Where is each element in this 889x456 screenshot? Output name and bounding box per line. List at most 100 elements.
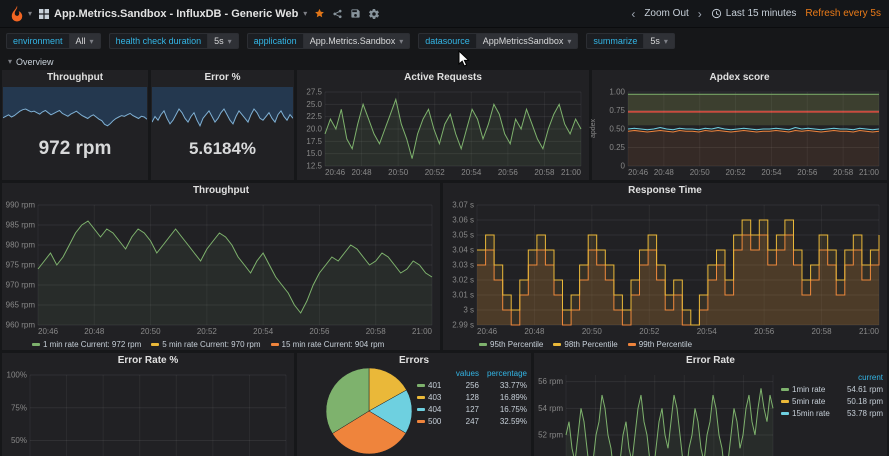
svg-text:0.25: 0.25 xyxy=(609,143,625,152)
grafana-logo-icon xyxy=(8,5,26,23)
svg-text:960 rpm: 960 rpm xyxy=(6,321,36,330)
svg-text:21:00: 21:00 xyxy=(561,168,582,177)
legend-item[interactable]: 1min rate 54.61 rpm xyxy=(781,385,883,394)
svg-text:21:00: 21:00 xyxy=(859,327,880,336)
svg-text:20:50: 20:50 xyxy=(388,168,409,177)
legend-column-header: values xyxy=(455,369,479,378)
error-percent-stat-value: 5.6184% xyxy=(188,139,257,158)
variable-health-check-duration: health check duration 5s ▾ xyxy=(108,33,239,49)
legend-item[interactable]: 15min rate 53.78 rpm xyxy=(781,409,883,418)
svg-text:20:48: 20:48 xyxy=(524,327,545,336)
legend-series-marker xyxy=(270,343,279,346)
legend-item[interactable]: 95th Percentile xyxy=(479,340,543,349)
settings-gear-icon[interactable] xyxy=(368,8,380,20)
save-icon[interactable] xyxy=(350,8,361,19)
variable-application: application App.Metrics.Sandbox ▾ xyxy=(246,33,411,49)
legend-item[interactable]: 1 min rate Current: 972 rpm xyxy=(32,340,141,349)
legend-item[interactable]: 99th Percentile xyxy=(627,340,692,349)
svg-text:20:56: 20:56 xyxy=(797,168,818,177)
panel-title[interactable]: Throughput xyxy=(2,183,440,199)
legend-item[interactable]: 401 xyxy=(417,381,447,390)
legend-item[interactable]: 5min rate 50.18 rpm xyxy=(781,397,883,406)
svg-text:20:52: 20:52 xyxy=(726,168,747,177)
variable-value: App.Metrics.Sandbox xyxy=(309,36,396,46)
svg-text:20:52: 20:52 xyxy=(197,327,218,336)
navbar-time-controls: ‹ Zoom Out › Last 15 minutes Refresh eve… xyxy=(631,7,881,21)
svg-text:56 rpm: 56 rpm xyxy=(538,377,563,386)
legend-column-header: current xyxy=(858,373,883,382)
svg-text:20:58: 20:58 xyxy=(534,168,555,177)
variable-value-dropdown[interactable]: 5s ▾ xyxy=(207,33,239,49)
legend-item[interactable]: 404 xyxy=(417,405,447,414)
chevron-down-icon: ▾ xyxy=(227,36,232,46)
legend-item[interactable]: 5 min rate Current: 970 rpm xyxy=(151,340,261,349)
variable-value-dropdown[interactable]: AppMetricsSandbox ▾ xyxy=(475,33,579,49)
svg-text:3.02 s: 3.02 s xyxy=(452,276,474,285)
legend-item[interactable]: 500 xyxy=(417,417,447,426)
svg-text:15.0: 15.0 xyxy=(306,149,322,158)
dashboard-switcher[interactable]: App.Metrics.Sandbox - InfluxDB - Generic… xyxy=(39,8,307,20)
svg-text:20:48: 20:48 xyxy=(352,168,373,177)
legend-series-marker xyxy=(479,343,487,346)
legend-item[interactable]: 15 min rate Current: 904 rpm xyxy=(270,340,384,349)
time-shift-left-button[interactable]: ‹ xyxy=(631,7,635,21)
dashboard-grid-icon xyxy=(39,8,50,19)
refresh-picker[interactable]: Refresh every 5s xyxy=(805,8,881,19)
variable-value: 5s xyxy=(214,36,224,46)
throughput-sparkline xyxy=(2,87,148,127)
chevron-down-icon: ▾ xyxy=(303,9,308,18)
errors-pie-legend: values percentage 401 256 33.77% 403 128 16.89%… xyxy=(417,369,527,426)
legend-item[interactable]: 98th Percentile xyxy=(553,340,618,349)
zoom-out-button[interactable]: Zoom Out xyxy=(644,8,688,19)
panel-title[interactable]: Error % xyxy=(151,70,294,86)
panel-throughput-stat: Throughput 972 rpm xyxy=(2,70,148,180)
legend-series-marker xyxy=(32,343,40,346)
svg-text:75%: 75% xyxy=(11,403,27,412)
svg-text:17.5: 17.5 xyxy=(306,137,322,146)
time-range-picker[interactable]: Last 15 minutes xyxy=(711,8,796,19)
svg-text:990 rpm: 990 rpm xyxy=(6,201,36,210)
panel-title[interactable]: Error Rate % xyxy=(2,353,294,369)
star-icon[interactable] xyxy=(314,8,325,19)
svg-text:12.5: 12.5 xyxy=(306,162,322,171)
svg-text:20:54: 20:54 xyxy=(461,168,482,177)
chevron-down-icon: ▾ xyxy=(28,9,33,18)
share-icon[interactable] xyxy=(332,8,343,19)
variable-label: summarize xyxy=(586,33,644,49)
svg-text:3.01 s: 3.01 s xyxy=(452,291,474,300)
variable-value-dropdown[interactable]: All ▾ xyxy=(68,33,101,49)
svg-text:20:56: 20:56 xyxy=(754,327,775,336)
row-toggle-overview[interactable]: ▾ Overview xyxy=(0,54,889,69)
svg-text:21:00: 21:00 xyxy=(859,168,880,177)
panel-title[interactable]: Throughput xyxy=(2,70,148,86)
panel-title[interactable]: Active Requests xyxy=(297,70,589,86)
svg-text:0.50: 0.50 xyxy=(609,125,625,134)
panel-title[interactable]: Response Time xyxy=(443,183,887,199)
svg-text:20:54: 20:54 xyxy=(697,327,718,336)
variable-datasource: datasource AppMetricsSandbox ▾ xyxy=(418,33,579,49)
panel-throughput-graph: Throughput 20:46 20:48 20:50 20:52 20:54 20:5… xyxy=(2,183,440,350)
svg-text:20:56: 20:56 xyxy=(309,327,330,336)
chevron-down-icon: ▾ xyxy=(663,36,668,46)
svg-text:20:58: 20:58 xyxy=(812,327,833,336)
panel-title[interactable]: Error Rate xyxy=(534,353,887,369)
svg-text:20:50: 20:50 xyxy=(690,168,711,177)
panel-title[interactable]: Apdex score xyxy=(592,70,887,86)
throughput-legend: 1 min rate Current: 972 rpm 5 min rate Cu… xyxy=(32,340,384,349)
error-rate-graph: 20:4620:4820:5020:5220:5420:5620:5821:00… xyxy=(536,370,779,456)
response-time-legend: 95th Percentile 98th Percentile 99th Perce… xyxy=(479,340,692,349)
svg-text:54 rpm: 54 rpm xyxy=(538,404,563,413)
svg-text:3 s: 3 s xyxy=(463,306,474,315)
svg-text:1.00: 1.00 xyxy=(609,88,625,97)
top-navbar: ▾ App.Metrics.Sandbox - InfluxDB - Gener… xyxy=(0,0,889,28)
error-rate-legend: current 1min rate 54.61 rpm 5min rate 50.18 … xyxy=(781,373,883,421)
variable-value-dropdown[interactable]: 5s ▾ xyxy=(643,33,675,49)
legend-item[interactable]: 403 xyxy=(417,393,447,402)
grafana-logo-menu[interactable]: ▾ xyxy=(8,5,32,23)
variable-value-dropdown[interactable]: App.Metrics.Sandbox ▾ xyxy=(302,33,411,49)
time-shift-right-button[interactable]: › xyxy=(698,7,702,21)
variable-value: All xyxy=(75,36,86,46)
svg-text:3.03 s: 3.03 s xyxy=(452,261,474,270)
svg-text:0: 0 xyxy=(621,162,626,171)
legend-series-marker xyxy=(627,343,636,346)
